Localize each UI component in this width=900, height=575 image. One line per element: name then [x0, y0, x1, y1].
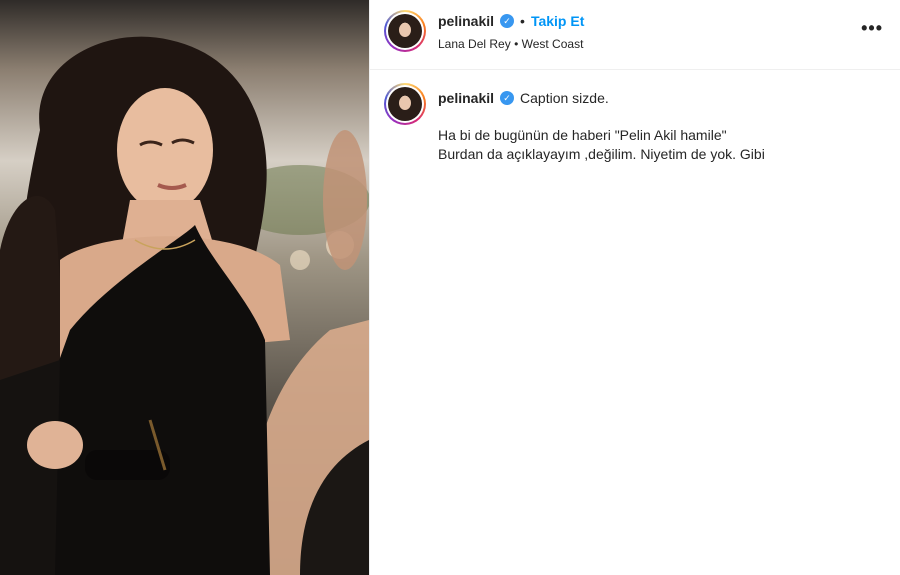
author-avatar[interactable] — [384, 10, 426, 52]
author-username[interactable]: pelinakil — [438, 13, 494, 29]
post-photo[interactable] — [0, 0, 369, 575]
header-separator: • — [520, 13, 525, 29]
post-header: pelinakil ✓ • Takip Et Lana Del Rey • We… — [370, 0, 900, 70]
header-title-row: pelinakil ✓ • Takip Et — [438, 13, 584, 29]
verified-badge-icon: ✓ — [500, 14, 515, 28]
caption-line: Ha bi de bugünün de haberi "Pelin Akil h… — [438, 127, 727, 143]
more-options-icon[interactable]: ••• — [861, 18, 883, 39]
location-link[interactable]: West Coast — [522, 37, 584, 51]
caption-line: Burdan da açıklayayım ,değilim. Niyetim … — [438, 146, 765, 162]
caption-username[interactable]: pelinakil — [438, 90, 494, 106]
photo-illustration — [0, 0, 369, 575]
audio-link[interactable]: Lana Del Rey — [438, 37, 511, 51]
verified-badge-icon: ✓ — [500, 91, 515, 105]
caption-avatar[interactable] — [384, 83, 426, 125]
location-separator: • — [514, 37, 519, 51]
caption-text: Caption sizde. — [520, 90, 609, 106]
caption-title-row: pelinakil ✓ Caption sizde. — [438, 90, 609, 106]
audio-location-row: Lana Del Rey • West Coast — [438, 37, 583, 51]
post-details-panel: pelinakil ✓ • Takip Et Lana Del Rey • We… — [369, 0, 900, 575]
caption-body: Ha bi de bugünün de haberi "Pelin Akil h… — [438, 126, 878, 164]
follow-button[interactable]: Takip Et — [531, 13, 584, 29]
